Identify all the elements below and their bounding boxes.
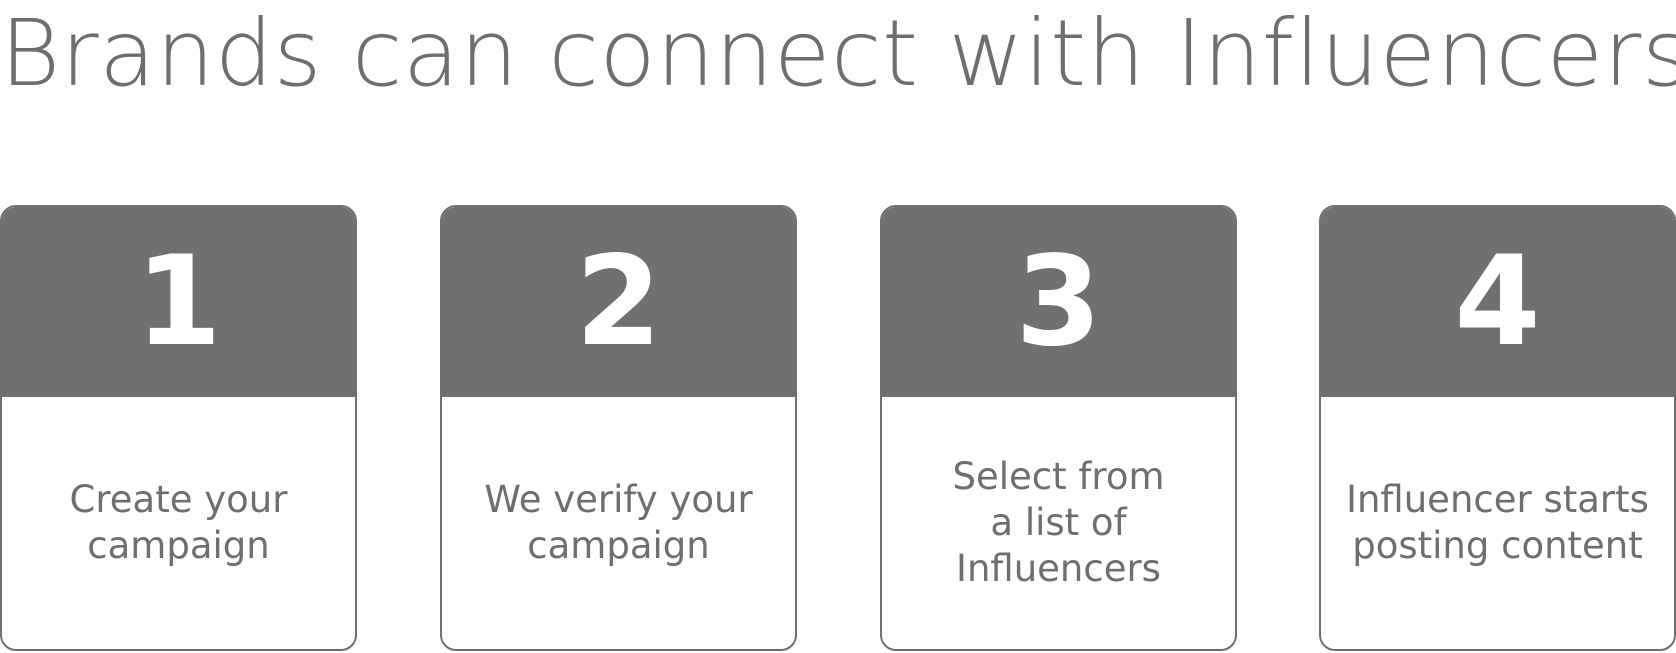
step-card-body: Create your campaign [2, 397, 355, 649]
step-card-body: Influencer starts posting content [1321, 397, 1674, 649]
page-title: Brands can connect with Influencers [0, 0, 1676, 107]
step-card-2: 2 We verify your campaign [440, 205, 797, 651]
step-card-header: 1 [2, 207, 355, 397]
step-description: Select from a list of Influencers [952, 455, 1165, 590]
step-number: 4 [1454, 230, 1541, 374]
step-number: 3 [1015, 230, 1102, 374]
step-card-header: 4 [1321, 207, 1674, 397]
step-card-body: Select from a list of Influencers [882, 397, 1235, 649]
step-description: Create your campaign [69, 478, 288, 567]
step-number: 2 [575, 230, 662, 374]
step-number: 1 [135, 230, 222, 374]
step-description: We verify your campaign [484, 478, 753, 567]
step-card-header: 2 [442, 207, 795, 397]
step-card-1: 1 Create your campaign [0, 205, 357, 651]
step-card-body: We verify your campaign [442, 397, 795, 649]
step-card-4: 4 Influencer starts posting content [1319, 205, 1676, 651]
step-description: Influencer starts posting content [1346, 478, 1649, 567]
step-card-header: 3 [882, 207, 1235, 397]
step-card-3: 3 Select from a list of Influencers [880, 205, 1237, 651]
